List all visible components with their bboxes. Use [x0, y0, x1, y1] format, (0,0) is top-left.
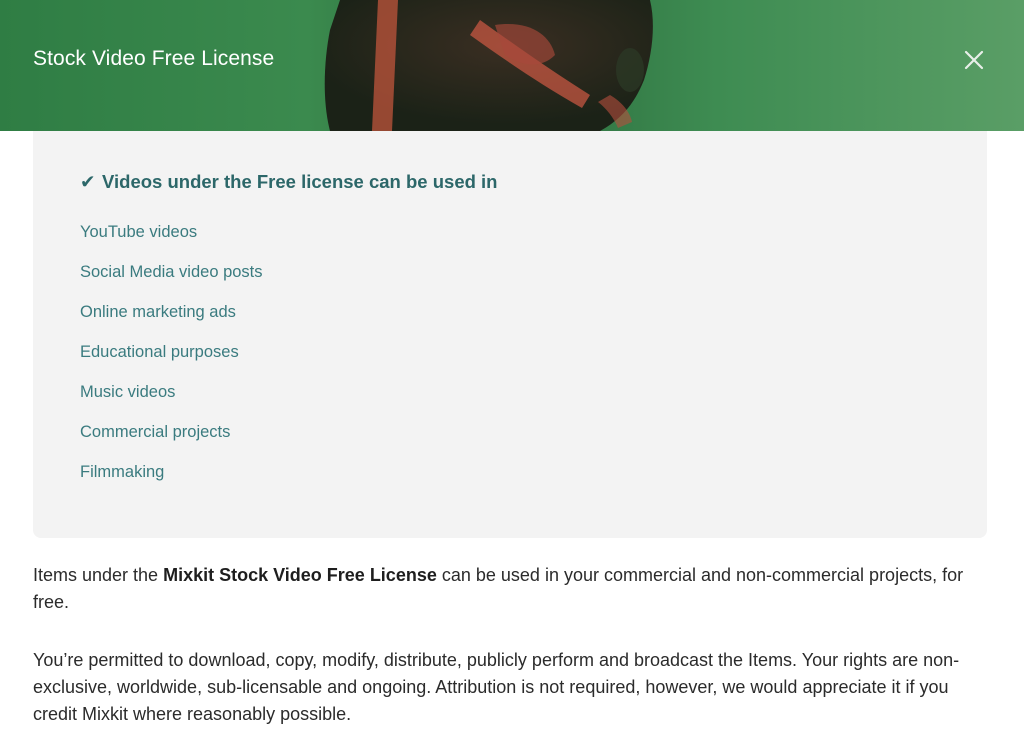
- license-summary-prefix: Items under the: [33, 565, 164, 585]
- allowed-uses-heading: ✔ Videos under the Free license can be us…: [80, 171, 497, 193]
- checkmark-icon: ✔: [80, 171, 96, 192]
- license-summary-paragraph: Items under the Mixkit Stock Video Free …: [33, 562, 993, 616]
- list-item: Online marketing ads: [80, 303, 236, 321]
- allowed-uses-list: YouTube videos Social Media video posts …: [80, 223, 263, 503]
- license-name: Mixkit Stock Video Free License: [163, 565, 437, 585]
- list-item: YouTube videos: [80, 223, 198, 241]
- allowed-uses-heading-text: Videos under the Free license can be use…: [102, 171, 498, 192]
- license-rights-paragraph: You’re permitted to download, copy, modi…: [33, 650, 960, 724]
- list-item: Filmmaking: [80, 463, 165, 481]
- allowed-uses-panel: ✔ Videos under the Free license can be us…: [33, 131, 987, 538]
- list-item: Social Media video posts: [80, 263, 263, 281]
- modal-title: Stock Video Free License: [33, 47, 275, 70]
- list-item: Music videos: [80, 383, 176, 401]
- modal-header: Stock Video Free License: [0, 0, 1024, 131]
- list-item: Educational purposes: [80, 343, 239, 361]
- close-icon[interactable]: [958, 44, 990, 76]
- list-item: Commercial projects: [80, 423, 231, 441]
- header-photo: [324, 0, 653, 131]
